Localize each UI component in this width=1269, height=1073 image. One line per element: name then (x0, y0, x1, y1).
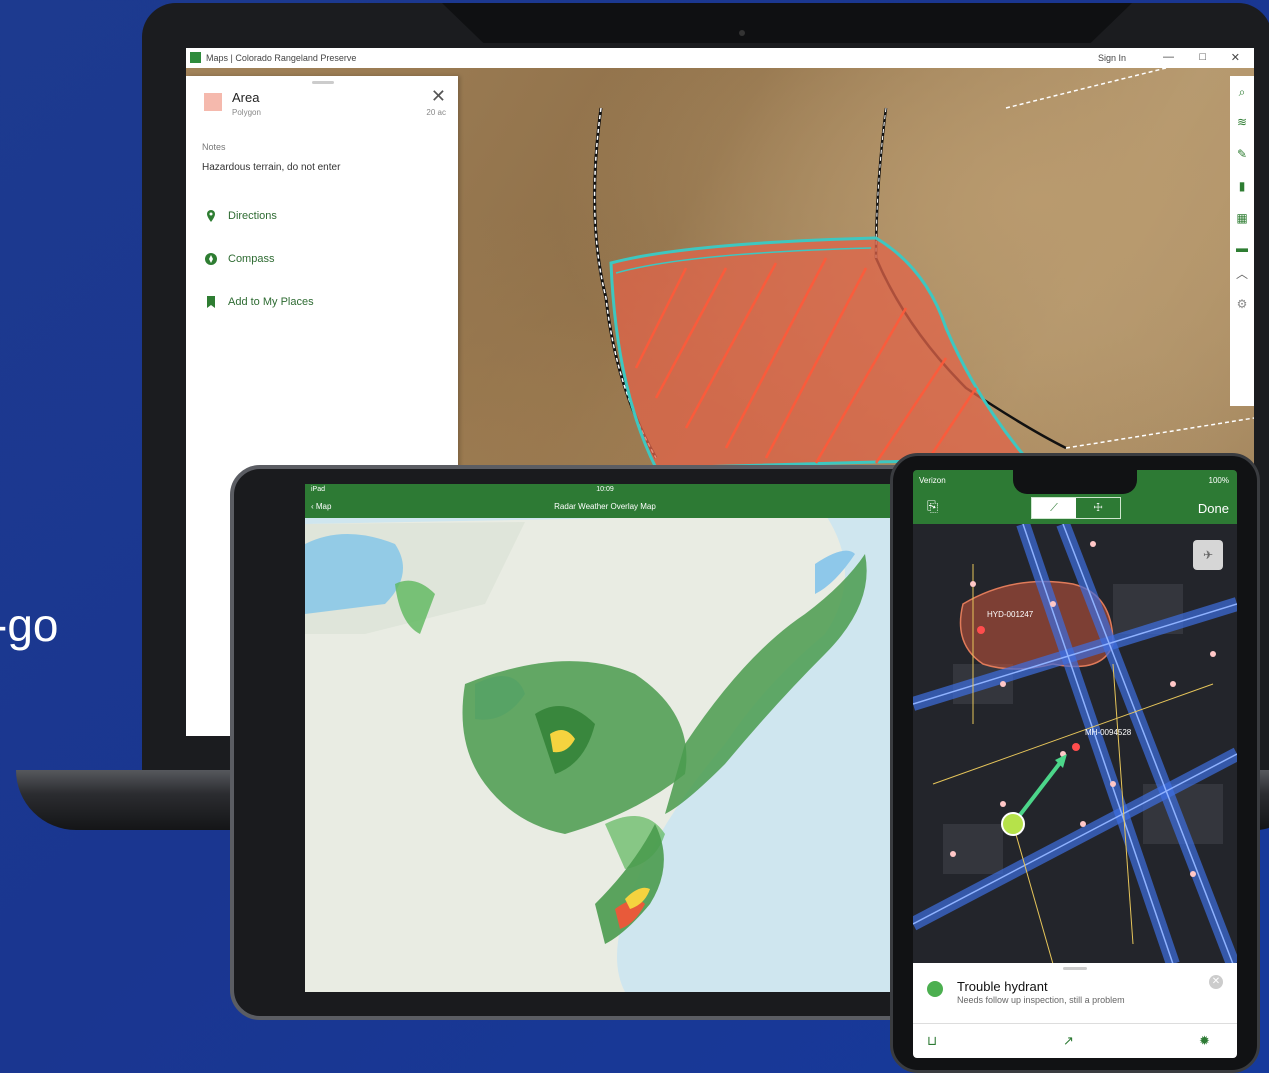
draw-mode-tab[interactable]: ⟋ (1032, 498, 1076, 518)
map-label-hydrant: HYD-001247 (987, 610, 1034, 619)
search-icon[interactable]: ⌕ (1234, 84, 1250, 100)
card-drag-handle[interactable] (1063, 967, 1087, 970)
close-icon[interactable]: ✕ (1209, 975, 1223, 989)
phone-notch (1013, 470, 1137, 494)
feature-card[interactable]: Trouble hydrant Needs follow up inspecti… (913, 963, 1237, 1023)
phone-screen: Verizon 100% ⎘ ⟋ ☩ Done ✈ HYD-001247 MH-… (913, 470, 1237, 1058)
add-to-my-places-label: Add to My Places (228, 296, 314, 308)
bookmark-icon (207, 296, 215, 308)
sign-in-button[interactable]: Sign In (1098, 53, 1126, 63)
directions-button[interactable]: Directions (204, 209, 277, 223)
navigate-icon[interactable]: ↗ (1063, 1033, 1074, 1049)
done-button[interactable]: Done (1198, 501, 1229, 516)
phone-toolbar: ⎘ ⟋ ☩ Done (913, 492, 1237, 524)
notes-label: Notes (202, 142, 226, 152)
select-mode-tab[interactable]: ☩ (1076, 498, 1120, 518)
map-pin-icon (207, 210, 215, 222)
nav-title: Radar Weather Overlay Map (554, 502, 656, 511)
settings-icon[interactable]: ⚙ (1234, 296, 1250, 312)
layers-icon[interactable]: ⎘ (927, 498, 938, 515)
status-time: 10:09 (596, 486, 614, 493)
panel-drag-handle[interactable] (312, 81, 334, 84)
tablet-status-bar: iPad 10:09 (305, 484, 905, 496)
laptop-bezel-notch (442, 3, 1132, 43)
utility-network: ✈ (913, 521, 1237, 967)
battery-label: 100% (1208, 476, 1229, 485)
maximize-button[interactable]: □ (1199, 51, 1206, 63)
notes-value: Hazardous terrain, do not enter (202, 162, 341, 173)
area-color-swatch (204, 93, 222, 111)
hydrant-icon (927, 981, 943, 997)
tagline: -go (0, 599, 59, 651)
minimize-button[interactable]: — (1163, 51, 1174, 63)
compass-label: Compass (228, 253, 275, 265)
settings-icon[interactable]: ✹ (1199, 1033, 1210, 1049)
bookmark-icon[interactable]: ▮ (1234, 178, 1250, 194)
ruler-icon[interactable]: ▬ (1234, 240, 1250, 256)
close-icon[interactable]: ✕ (431, 86, 446, 107)
chevron-up-icon[interactable]: ︿ (1234, 266, 1250, 282)
tablet-screen: iPad 10:09 ‹ Map Radar Weather Overlay M… (305, 484, 905, 992)
compass-icon (205, 253, 217, 265)
map-toolbar: ⌕ ≋ ✎ ▮ ▦ ▬ ︿ ⚙ (1230, 76, 1254, 406)
layers-icon[interactable]: ≋ (1234, 114, 1250, 130)
panel-title: Area (232, 90, 260, 105)
close-window-button[interactable]: ✕ (1231, 51, 1240, 64)
directions-label: Directions (228, 210, 277, 222)
tablet-nav-bar: ‹ Map Radar Weather Overlay Map (305, 496, 905, 518)
carrier-label: Verizon (919, 476, 946, 485)
grid-icon[interactable]: ▦ (1234, 210, 1250, 226)
panel-subtitle: Polygon (232, 108, 261, 117)
area-size: 20 ac (426, 108, 446, 117)
window-title: Maps | Colorado Rangeland Preserve (206, 53, 357, 63)
feature-description: Needs follow up inspection, still a prob… (957, 995, 1125, 1005)
radar-map[interactable] (305, 484, 905, 992)
add-to-my-places-button[interactable]: Add to My Places (204, 295, 314, 309)
collect-icon[interactable]: ⊔ (927, 1033, 937, 1049)
phone-bottom-bar: ⊔ ↗ ✹ (913, 1023, 1237, 1058)
feature-title: Trouble hydrant (957, 979, 1048, 994)
utility-map[interactable]: ✈ HYD-001247 MH-0094528 (913, 521, 1237, 967)
mode-segmented-control: ⟋ ☩ (1031, 497, 1121, 519)
window-titlebar: Maps | Colorado Rangeland Preserve Sign … (186, 48, 1254, 68)
app-logo-icon (190, 52, 201, 63)
svg-text:✈: ✈ (1203, 548, 1213, 562)
camera-icon (739, 30, 745, 36)
compass-button[interactable]: Compass (204, 252, 274, 266)
map-label-manhole: MH-0094528 (1085, 728, 1132, 737)
pencil-icon[interactable]: ✎ (1234, 146, 1250, 162)
